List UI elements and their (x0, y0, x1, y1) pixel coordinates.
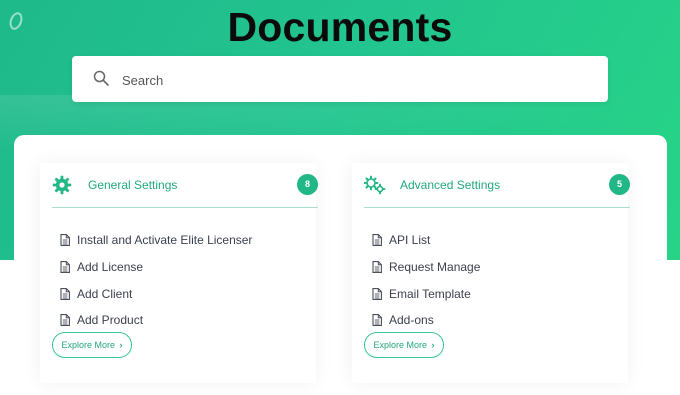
search-bar[interactable] (72, 56, 608, 102)
documents-panel: General Settings 8 Install and Activate … (14, 135, 667, 395)
doc-link-label[interactable]: API List (389, 233, 430, 247)
category-title[interactable]: Advanced Settings (400, 178, 500, 192)
document-icon (372, 287, 382, 300)
doc-link[interactable]: Add License (60, 254, 252, 281)
explore-more-label: Explore More (61, 340, 116, 350)
search-input[interactable] (120, 69, 594, 91)
doc-list: API List Request Manage Email Template A… (372, 227, 480, 334)
chevron-right-icon: › (117, 340, 123, 350)
chevron-right-icon: › (429, 340, 435, 350)
doc-link-label[interactable]: Add Client (77, 287, 132, 301)
document-icon (372, 234, 382, 247)
doc-link-label[interactable]: Email Template (389, 287, 471, 301)
doc-link[interactable]: Request Manage (372, 254, 480, 281)
doc-count-badge: 5 (609, 174, 630, 195)
gears-icon (364, 175, 386, 195)
card-header: Advanced Settings 5 (364, 163, 630, 208)
category-card-advanced-settings: Advanced Settings 5 API List Request Man… (352, 163, 630, 383)
category-title[interactable]: General Settings (88, 178, 177, 192)
doc-list: Install and Activate Elite Licenser Add … (60, 227, 252, 334)
category-card-general-settings: General Settings 8 Install and Activate … (40, 163, 318, 383)
doc-count-badge: 8 (297, 174, 318, 195)
doc-link-label[interactable]: Add License (77, 260, 143, 274)
doc-link[interactable]: API List (372, 227, 480, 254)
explore-more-button[interactable]: Explore More › (364, 332, 444, 358)
explore-more-button[interactable]: Explore More › (52, 332, 132, 358)
doc-link[interactable]: Add Product (60, 307, 252, 334)
document-icon (60, 287, 70, 300)
doc-link-label[interactable]: Add-ons (389, 313, 434, 327)
page-title: Documents (227, 4, 453, 50)
gear-icon (52, 175, 72, 195)
doc-link[interactable]: Add-ons (372, 307, 480, 334)
doc-link[interactable]: Add Client (60, 280, 252, 307)
explore-more-label: Explore More (373, 340, 428, 350)
document-icon (372, 261, 382, 273)
document-icon (372, 314, 382, 327)
doc-link-label[interactable]: Add Product (77, 313, 143, 327)
document-icon (60, 261, 70, 273)
document-icon (60, 234, 70, 247)
doc-link[interactable]: Install and Activate Elite Licenser (60, 227, 252, 254)
document-icon (60, 314, 70, 327)
card-header: General Settings 8 (52, 163, 318, 208)
search-icon (93, 70, 109, 86)
doc-link[interactable]: Email Template (372, 280, 480, 307)
doc-link-label[interactable]: Install and Activate Elite Licenser (77, 233, 252, 247)
doc-link-label[interactable]: Request Manage (389, 260, 480, 274)
